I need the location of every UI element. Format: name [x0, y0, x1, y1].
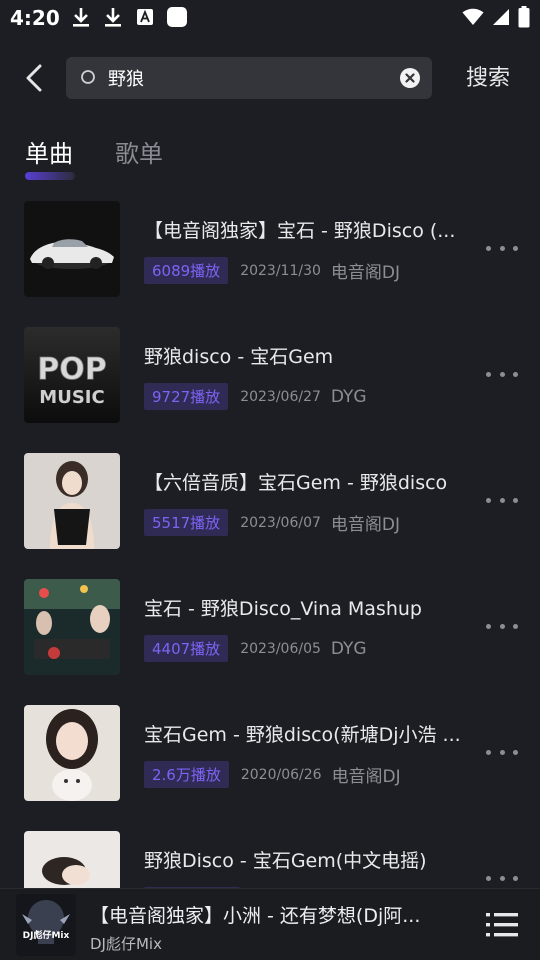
player-title: 【电音阁独家】小洲 - 还有梦想(Dj阿...: [90, 905, 421, 927]
play-count-badge: 5517播放: [144, 509, 229, 536]
song-meta: 5517播放 2023/06/07 电音阁DJ: [144, 509, 400, 536]
more-options-button[interactable]: [486, 492, 518, 508]
search-box[interactable]: [66, 57, 432, 99]
signal-icon: [492, 8, 510, 30]
song-meta: 6089播放 2023/11/30 电音阁DJ: [144, 257, 400, 284]
battery-icon: [518, 6, 530, 32]
chevron-left-icon: [26, 64, 42, 92]
search-input[interactable]: [108, 57, 388, 99]
song-cover: [24, 579, 120, 675]
play-count-badge: 6089播放: [144, 257, 229, 284]
download-icon: [70, 6, 92, 28]
song-row[interactable]: 宝石 - 野狼Disco_Vina Mashup 4407播放 2023/06/…: [0, 578, 540, 676]
more-options-button[interactable]: [486, 240, 518, 256]
song-title: 野狼disco - 宝石Gem: [144, 346, 334, 368]
tab-songs[interactable]: 单曲: [25, 134, 73, 169]
more-options-button[interactable]: [486, 870, 518, 886]
result-tabs: 单曲 歌单: [0, 130, 540, 184]
song-title: 【电音阁独家】宝石 - 野狼Disco (...: [144, 220, 456, 242]
more-dots-icon: [486, 497, 491, 503]
song-cover: POP MUSIC: [24, 327, 120, 423]
status-system-icons: [462, 6, 530, 32]
playlist-icon: [486, 913, 518, 937]
search-icon: [80, 69, 98, 91]
play-count-badge: 2.6万播放: [144, 761, 229, 788]
more-dots-icon: [486, 371, 491, 377]
song-date: 2023/06/07: [240, 514, 321, 531]
song-cover: [24, 453, 120, 549]
tab-playlists[interactable]: 歌单: [115, 134, 163, 169]
song-title: 野狼Disco - 宝石Gem(中文电摇): [144, 850, 427, 872]
song-artist: DYG: [330, 638, 367, 659]
more-dots-icon: [486, 875, 491, 881]
song-artist: 电音阁DJ: [331, 767, 401, 787]
square-app-icon: [166, 6, 188, 28]
status-notification-icons: [70, 6, 188, 28]
clear-search-button[interactable]: [400, 68, 420, 88]
song-meta: 2.6万播放 2020/06/26 电音阁DJ: [144, 761, 401, 788]
song-title: 【六倍音质】宝石Gem - 野狼disco: [144, 472, 448, 494]
song-meta: 4407播放 2023/06/05 DYG: [144, 635, 367, 662]
song-date: 2023/06/27: [240, 388, 321, 405]
more-dots-icon: [486, 623, 491, 629]
cover-text: POP: [37, 352, 106, 387]
song-date: 2023/06/05: [240, 640, 321, 657]
wifi-icon: [462, 8, 484, 30]
mini-player[interactable]: DJ彪仔Mix 【电音阁独家】小洲 - 还有梦想(Dj阿... DJ彪仔Mix: [0, 888, 540, 960]
song-artist: 电音阁DJ: [330, 263, 400, 283]
more-dots-icon: [486, 245, 491, 251]
play-count-badge: 9727播放: [144, 383, 229, 410]
song-row[interactable]: 【六倍音质】宝石Gem - 野狼disco 5517播放 2023/06/07 …: [0, 452, 540, 550]
more-dots-icon: [486, 749, 491, 755]
song-row[interactable]: 【电音阁独家】宝石 - 野狼Disco (... 6089播放 2023/11/…: [0, 200, 540, 298]
song-cover: [24, 201, 120, 297]
song-cover: [24, 705, 120, 801]
play-count-badge: 4407播放: [144, 635, 229, 662]
song-artist: 电音阁DJ: [330, 515, 400, 535]
status-bar: 4:20: [0, 0, 540, 36]
active-tab-indicator: [25, 172, 75, 180]
song-title: 宝石Gem - 野狼disco(新塘Dj小浩 ...: [144, 724, 461, 746]
more-options-button[interactable]: [486, 618, 518, 634]
player-artist: DJ彪仔Mix: [90, 935, 162, 953]
close-icon: [405, 73, 415, 83]
song-date: 2020/06/26: [240, 766, 322, 783]
cover-text: MUSIC: [39, 387, 104, 408]
back-button[interactable]: [18, 62, 50, 94]
cover-text: DJ彪仔Mix: [23, 929, 70, 941]
text-a-icon: [134, 6, 156, 28]
status-time: 4:20: [10, 6, 60, 30]
more-options-button[interactable]: [486, 744, 518, 760]
search-submit-button[interactable]: 搜索: [466, 60, 510, 92]
song-title: 宝石 - 野狼Disco_Vina Mashup: [144, 598, 422, 620]
search-header: 搜索: [0, 56, 540, 100]
song-row[interactable]: 宝石Gem - 野狼disco(新塘Dj小浩 ... 2.6万播放 2020/0…: [0, 704, 540, 802]
song-row[interactable]: POP MUSIC 野狼disco - 宝石Gem 9727播放 2023/06…: [0, 326, 540, 424]
song-meta: 9727播放 2023/06/27 DYG: [144, 383, 367, 410]
song-date: 2023/11/30: [240, 262, 321, 279]
download-icon: [102, 6, 124, 28]
playlist-button[interactable]: [486, 911, 518, 939]
player-cover[interactable]: DJ彪仔Mix: [16, 894, 76, 956]
more-options-button[interactable]: [486, 366, 518, 382]
song-artist: DYG: [330, 386, 367, 407]
